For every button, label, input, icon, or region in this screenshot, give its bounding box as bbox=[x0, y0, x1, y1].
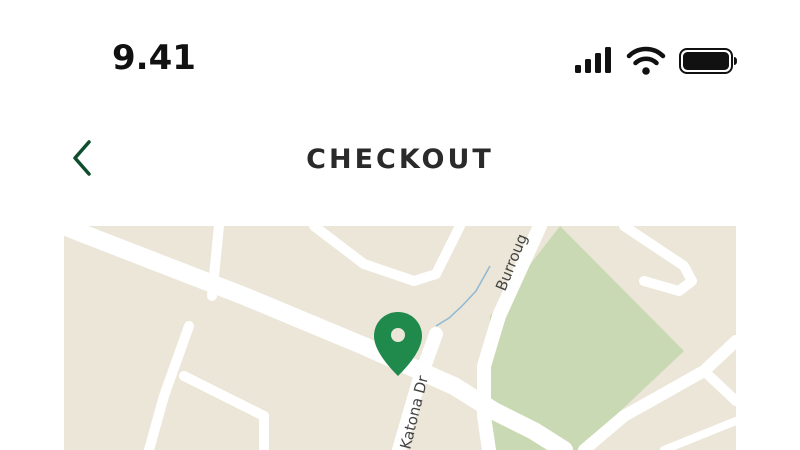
header: CHECKOUT bbox=[0, 120, 800, 200]
status-bar: 9.41 bbox=[0, 0, 800, 120]
status-time: 9.41 bbox=[112, 38, 196, 78]
wifi-icon bbox=[626, 46, 666, 75]
status-icons bbox=[572, 44, 742, 82]
page-title: CHECKOUT bbox=[306, 144, 494, 175]
map-view[interactable]: Burroug Katona Dr bbox=[64, 226, 736, 450]
battery-icon bbox=[679, 48, 737, 74]
cellular-signal-icon bbox=[575, 47, 611, 73]
